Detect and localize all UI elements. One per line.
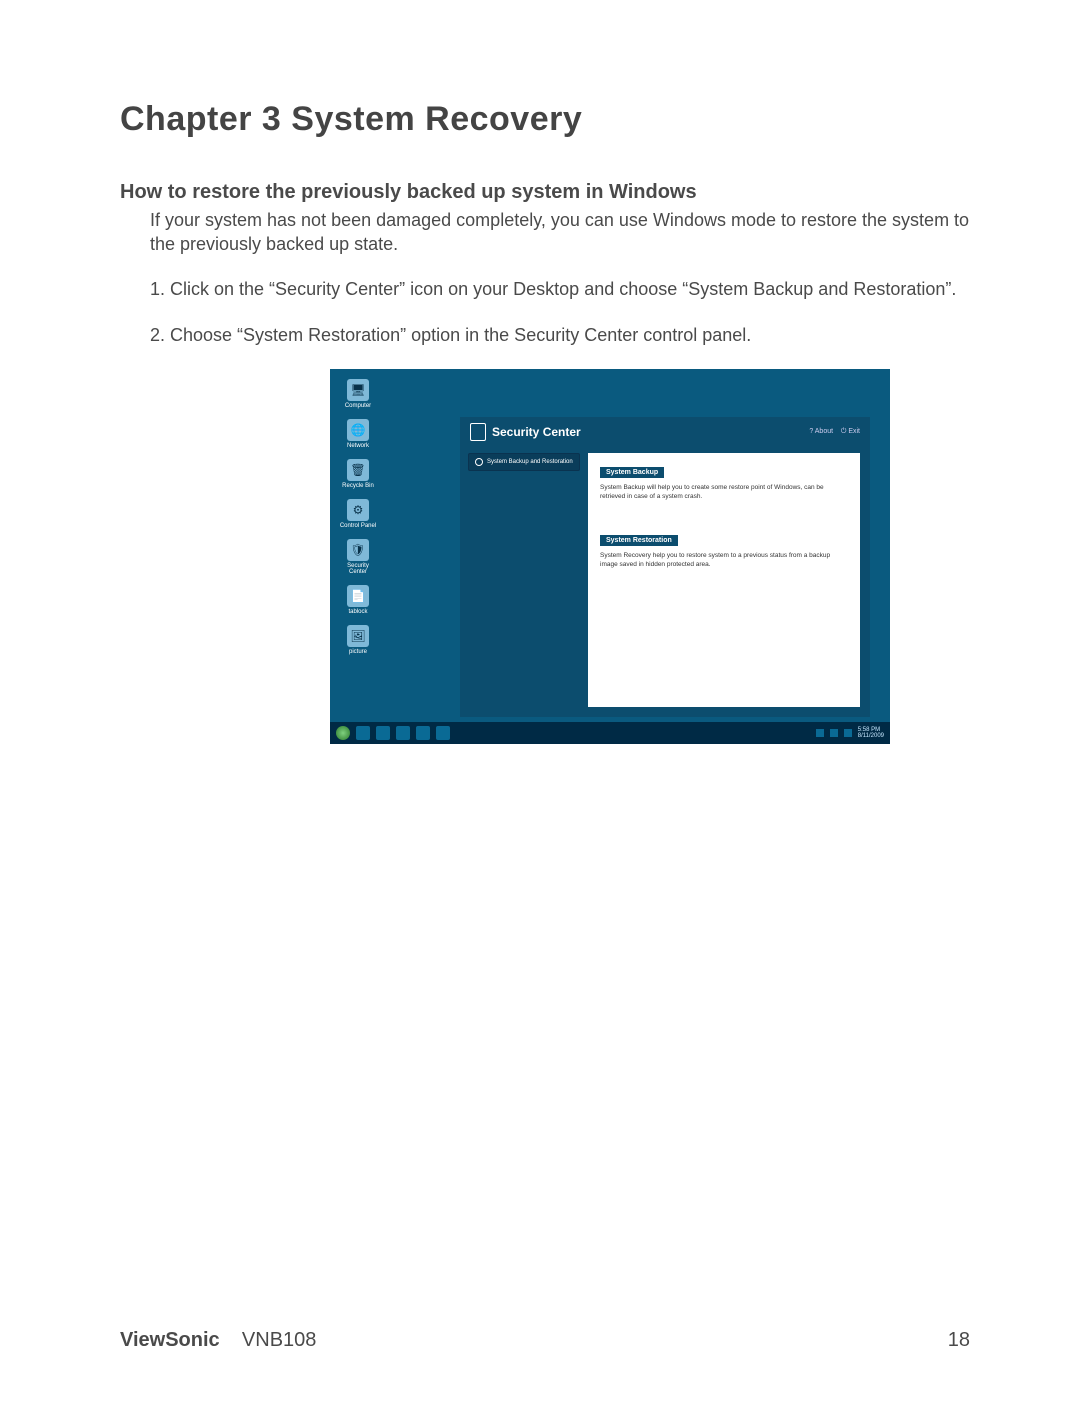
embedded-screenshot: 🖥 Computer 🌐 Network 🗑 Recycle Bin ⚙ Control…	[330, 369, 890, 744]
taskbar: 5:58 PM 8/11/2009	[330, 722, 890, 744]
option-title: System Restoration	[600, 535, 678, 546]
desktop-icon-computer[interactable]: 🖥 Computer	[338, 379, 378, 409]
desktop-icon-security-center[interactable]: 🛡 Security Center	[338, 539, 378, 575]
option-description: System Recovery help you to restore syst…	[600, 551, 848, 569]
tablock-icon: 📄	[347, 585, 369, 607]
taskbar-clock[interactable]: 5:58 PM 8/11/2009	[858, 727, 884, 739]
icon-label: Network	[338, 443, 378, 449]
chapter-heading: Chapter 3 System Recovery	[120, 100, 970, 139]
exit-link[interactable]: ⏻ Exit	[841, 428, 860, 435]
step-1: 1. Click on the “Security Center” icon o…	[120, 277, 970, 301]
computer-icon: 🖥	[347, 379, 369, 401]
taskbar-app-icon[interactable]	[436, 726, 450, 740]
tray-icon[interactable]	[830, 729, 838, 737]
taskbar-left	[336, 726, 450, 740]
panel-content: System Backup System Backup will help yo…	[588, 453, 860, 707]
picture-icon: 🖼	[347, 625, 369, 647]
taskbar-app-icon[interactable]	[416, 726, 430, 740]
sidebar-item-label: System Backup and Restoration	[487, 459, 573, 465]
desktop-icon-control-panel[interactable]: ⚙ Control Panel	[338, 499, 378, 529]
option-system-backup[interactable]: System Backup System Backup will help yo…	[600, 461, 848, 501]
taskbar-tray: 5:58 PM 8/11/2009	[816, 727, 884, 739]
icon-label: Security Center	[338, 563, 378, 575]
about-link[interactable]: ? About	[809, 428, 833, 435]
manual-page: Chapter 3 System Recovery How to restore…	[0, 0, 1080, 1412]
control-panel-icon: ⚙	[347, 499, 369, 521]
page-number: 18	[948, 1329, 970, 1352]
desktop-icon-picture[interactable]: 🖼 picture	[338, 625, 378, 655]
desktop-icon-recycle-bin[interactable]: 🗑 Recycle Bin	[338, 459, 378, 489]
tray-icon[interactable]	[816, 729, 824, 737]
network-icon: 🌐	[347, 419, 369, 441]
panel-sidebar: System Backup and Restoration	[468, 453, 580, 471]
window-title: Security Center	[492, 425, 581, 439]
icon-label: Computer	[338, 403, 378, 409]
desktop-icons-column: 🖥 Computer 🌐 Network 🗑 Recycle Bin ⚙ Control…	[338, 379, 398, 665]
icon-label: Control Panel	[338, 523, 378, 529]
recycle-bin-icon: 🗑	[347, 459, 369, 481]
intro-paragraph: If your system has not been damaged comp…	[120, 208, 970, 257]
desktop-icon-network[interactable]: 🌐 Network	[338, 419, 378, 449]
security-center-icon: 🛡	[347, 539, 369, 561]
footer-model: VNB108	[242, 1329, 317, 1351]
icon-label: Recycle Bin	[338, 483, 378, 489]
option-description: System Backup will help you to create so…	[600, 483, 848, 501]
window-header: Security Center ? About ⏻ Exit	[460, 417, 870, 447]
tray-icon[interactable]	[844, 729, 852, 737]
icon-label: tablock	[338, 609, 378, 615]
taskbar-ie-icon[interactable]	[356, 726, 370, 740]
security-center-window: Security Center ? About ⏻ Exit System Ba…	[460, 417, 870, 717]
shield-icon	[470, 423, 486, 441]
bullet-icon	[475, 458, 483, 466]
sidebar-item-backup-restoration[interactable]: System Backup and Restoration	[468, 453, 580, 471]
page-footer: ViewSonic VNB108 18	[120, 1329, 970, 1352]
option-title: System Backup	[600, 467, 664, 478]
footer-brand: ViewSonic	[120, 1329, 220, 1351]
taskbar-explorer-icon[interactable]	[376, 726, 390, 740]
section-heading: How to restore the previously backed up …	[120, 181, 970, 204]
start-button[interactable]	[336, 726, 350, 740]
desktop-icon-tablock[interactable]: 📄 tablock	[338, 585, 378, 615]
option-system-restoration[interactable]: System Restoration System Recovery help …	[600, 529, 848, 569]
step-2: 2. Choose “System Restoration” option in…	[120, 323, 970, 347]
taskbar-media-icon[interactable]	[396, 726, 410, 740]
icon-label: picture	[338, 649, 378, 655]
